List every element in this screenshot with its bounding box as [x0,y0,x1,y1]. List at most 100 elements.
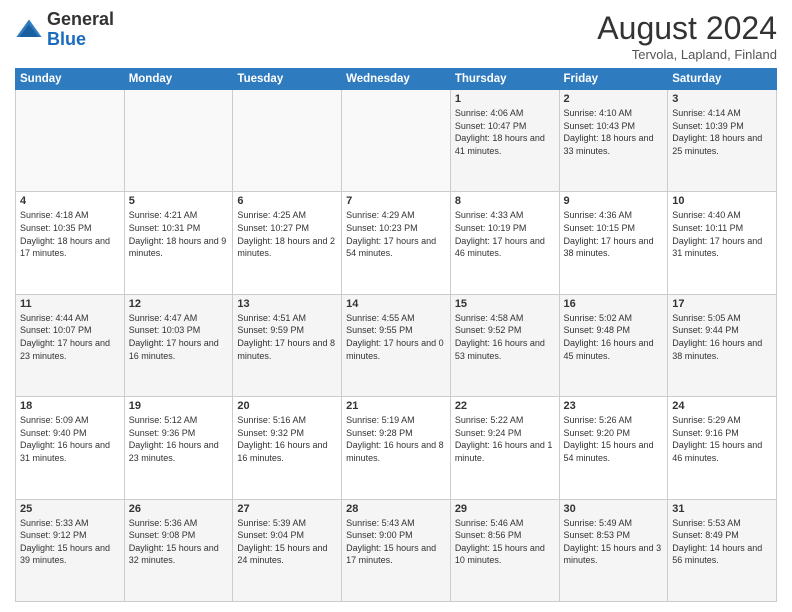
month-year: August 2024 [597,10,777,47]
calendar-header-monday: Monday [124,69,233,90]
calendar-cell: 5 Sunrise: 4:21 AM Sunset: 10:31 PM Dayli… [124,192,233,294]
day-info: Sunrise: 4:55 AM Sunset: 9:55 PM Dayligh… [346,312,446,362]
day-number: 3 [672,93,772,105]
calendar-cell: 22 Sunrise: 5:22 AM Sunset: 9:24 PM Dayli… [450,397,559,499]
day-info: Sunrise: 5:36 AM Sunset: 9:08 PM Dayligh… [129,517,229,567]
calendar-cell: 2 Sunrise: 4:10 AM Sunset: 10:43 PM Dayli… [559,90,668,192]
logo-blue: Blue [47,29,86,49]
day-number: 29 [455,503,555,515]
day-info: Sunrise: 4:47 AM Sunset: 10:03 PM Daylig… [129,312,229,362]
day-number: 1 [455,93,555,105]
day-info: Sunrise: 4:51 AM Sunset: 9:59 PM Dayligh… [237,312,337,362]
day-number: 2 [564,93,664,105]
calendar-cell: 13 Sunrise: 4:51 AM Sunset: 9:59 PM Dayli… [233,294,342,396]
page: General Blue August 2024 Tervola, Laplan… [0,0,792,612]
calendar-cell: 25Sunrise: 5:33 AM Sunset: 9:12 PM Dayli… [16,499,125,601]
title-section: August 2024 Tervola, Lapland, Finland [597,10,777,62]
day-info: Sunrise: 4:33 AM Sunset: 10:19 PM Daylig… [455,209,555,259]
calendar-cell: 1Sunrise: 4:06 AM Sunset: 10:47 PM Dayli… [450,90,559,192]
day-number: 10 [672,195,772,207]
calendar-cell: 16 Sunrise: 5:02 AM Sunset: 9:48 PM Dayli… [559,294,668,396]
calendar-cell: 8Sunrise: 4:33 AM Sunset: 10:19 PM Dayli… [450,192,559,294]
calendar-header-saturday: Saturday [668,69,777,90]
day-info: Sunrise: 5:29 AM Sunset: 9:16 PM Dayligh… [672,414,772,464]
day-number: 24 [672,400,772,412]
calendar-cell: 15 Sunrise: 4:58 AM Sunset: 9:52 PM Dayli… [450,294,559,396]
day-number: 12 [129,298,229,310]
day-number: 5 [129,195,229,207]
calendar-cell: 11 Sunrise: 4:44 AM Sunset: 10:07 PM Dayl… [16,294,125,396]
day-number: 13 [237,298,337,310]
day-info: Sunrise: 4:40 AM Sunset: 10:11 PM Daylig… [672,209,772,259]
calendar-cell [16,90,125,192]
day-info: Sunrise: 5:43 AM Sunset: 9:00 PM Dayligh… [346,517,446,567]
calendar-cell: 24 Sunrise: 5:29 AM Sunset: 9:16 PM Dayli… [668,397,777,499]
calendar-cell: 4Sunrise: 4:18 AM Sunset: 10:35 PM Dayli… [16,192,125,294]
day-info: Sunrise: 4:21 AM Sunset: 10:31 PM Daylig… [129,209,229,259]
day-number: 19 [129,400,229,412]
calendar: SundayMondayTuesdayWednesdayThursdayFrid… [15,68,777,602]
day-number: 21 [346,400,446,412]
day-info: Sunrise: 4:36 AM Sunset: 10:15 PM Daylig… [564,209,664,259]
day-info: Sunrise: 4:18 AM Sunset: 10:35 PM Daylig… [20,209,120,259]
day-info: Sunrise: 5:26 AM Sunset: 9:20 PM Dayligh… [564,414,664,464]
day-number: 28 [346,503,446,515]
day-info: Sunrise: 4:29 AM Sunset: 10:23 PM Daylig… [346,209,446,259]
calendar-cell: 31 Sunrise: 5:53 AM Sunset: 8:49 PM Dayli… [668,499,777,601]
location: Tervola, Lapland, Finland [597,47,777,62]
day-info: Sunrise: 4:10 AM Sunset: 10:43 PM Daylig… [564,107,664,157]
day-number: 14 [346,298,446,310]
calendar-cell: 3Sunrise: 4:14 AM Sunset: 10:39 PM Dayli… [668,90,777,192]
day-number: 9 [564,195,664,207]
logo-icon [15,16,43,44]
day-info: Sunrise: 5:19 AM Sunset: 9:28 PM Dayligh… [346,414,446,464]
calendar-cell [233,90,342,192]
day-info: Sunrise: 4:58 AM Sunset: 9:52 PM Dayligh… [455,312,555,362]
calendar-week-5: 25Sunrise: 5:33 AM Sunset: 9:12 PM Dayli… [16,499,777,601]
day-number: 6 [237,195,337,207]
calendar-cell: 9 Sunrise: 4:36 AM Sunset: 10:15 PM Dayli… [559,192,668,294]
calendar-cell: 18Sunrise: 5:09 AM Sunset: 9:40 PM Dayli… [16,397,125,499]
calendar-header-sunday: Sunday [16,69,125,90]
calendar-header-friday: Friday [559,69,668,90]
day-info: Sunrise: 5:53 AM Sunset: 8:49 PM Dayligh… [672,517,772,567]
day-info: Sunrise: 4:44 AM Sunset: 10:07 PM Daylig… [20,312,120,362]
header: General Blue August 2024 Tervola, Laplan… [15,10,777,62]
day-number: 31 [672,503,772,515]
calendar-cell: 26 Sunrise: 5:36 AM Sunset: 9:08 PM Dayli… [124,499,233,601]
day-number: 17 [672,298,772,310]
day-number: 27 [237,503,337,515]
day-info: Sunrise: 5:16 AM Sunset: 9:32 PM Dayligh… [237,414,337,464]
day-number: 18 [20,400,120,412]
calendar-cell: 29 Sunrise: 5:46 AM Sunset: 8:56 PM Dayli… [450,499,559,601]
calendar-week-2: 4Sunrise: 4:18 AM Sunset: 10:35 PM Dayli… [16,192,777,294]
calendar-cell: 21 Sunrise: 5:19 AM Sunset: 9:28 PM Dayli… [342,397,451,499]
day-info: Sunrise: 5:39 AM Sunset: 9:04 PM Dayligh… [237,517,337,567]
logo-text: General Blue [47,10,114,50]
day-info: Sunrise: 5:22 AM Sunset: 9:24 PM Dayligh… [455,414,555,464]
calendar-cell: 30 Sunrise: 5:49 AM Sunset: 8:53 PM Dayli… [559,499,668,601]
day-info: Sunrise: 4:25 AM Sunset: 10:27 PM Daylig… [237,209,337,259]
calendar-header-thursday: Thursday [450,69,559,90]
day-number: 11 [20,298,120,310]
calendar-cell: 6 Sunrise: 4:25 AM Sunset: 10:27 PM Dayli… [233,192,342,294]
calendar-cell: 12 Sunrise: 4:47 AM Sunset: 10:03 PM Dayl… [124,294,233,396]
day-number: 7 [346,195,446,207]
day-info: Sunrise: 5:05 AM Sunset: 9:44 PM Dayligh… [672,312,772,362]
day-info: Sunrise: 5:49 AM Sunset: 8:53 PM Dayligh… [564,517,664,567]
day-info: Sunrise: 5:02 AM Sunset: 9:48 PM Dayligh… [564,312,664,362]
day-info: Sunrise: 5:46 AM Sunset: 8:56 PM Dayligh… [455,517,555,567]
day-info: Sunrise: 5:33 AM Sunset: 9:12 PM Dayligh… [20,517,120,567]
day-number: 26 [129,503,229,515]
calendar-cell: 27 Sunrise: 5:39 AM Sunset: 9:04 PM Dayli… [233,499,342,601]
calendar-week-1: 1Sunrise: 4:06 AM Sunset: 10:47 PM Dayli… [16,90,777,192]
calendar-cell: 23Sunrise: 5:26 AM Sunset: 9:20 PM Dayli… [559,397,668,499]
calendar-header-wednesday: Wednesday [342,69,451,90]
day-number: 30 [564,503,664,515]
day-number: 16 [564,298,664,310]
logo-general: General [47,9,114,29]
calendar-header-tuesday: Tuesday [233,69,342,90]
day-number: 22 [455,400,555,412]
day-info: Sunrise: 5:12 AM Sunset: 9:36 PM Dayligh… [129,414,229,464]
day-number: 15 [455,298,555,310]
